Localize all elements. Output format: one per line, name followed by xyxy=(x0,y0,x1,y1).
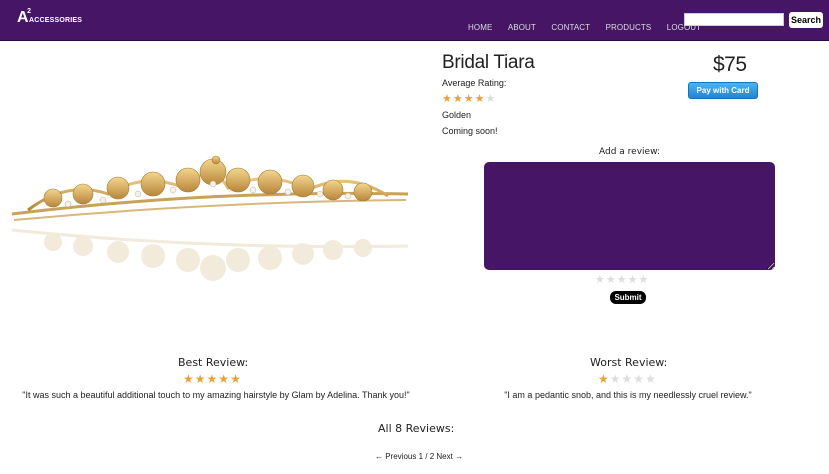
star-icon: ★ xyxy=(645,372,656,386)
brand-logo[interactable]: A2ACCESSORIES xyxy=(17,8,85,26)
top-navbar: A2ACCESSORIES HOME ABOUT CONTACT PRODUCT… xyxy=(0,0,829,41)
nav-links: HOME ABOUT CONTACT PRODUCTS LOGOUT xyxy=(468,17,712,35)
search-input[interactable] xyxy=(684,13,784,26)
star-icon: ★ xyxy=(485,93,496,105)
star-icon: ★ xyxy=(609,372,621,386)
star-icon[interactable]: ★ xyxy=(606,275,616,286)
star-icon: ★ xyxy=(183,372,194,386)
star-icon[interactable]: ★ xyxy=(628,275,638,286)
average-rating-label: Average Rating: xyxy=(442,78,507,88)
best-review-title: Best Review: xyxy=(178,356,249,369)
next-page-link[interactable]: Next → xyxy=(436,452,463,461)
worst-review-title: Worst Review: xyxy=(590,356,668,369)
logo-wordmark: ACCESSORIES xyxy=(28,17,83,24)
pay-with-card-button[interactable]: Pay with Card xyxy=(688,82,758,99)
page-indicator: 1 / 2 xyxy=(418,452,435,461)
product-price: $75 xyxy=(713,53,747,76)
worst-review-stars: ★ ★ ★ ★ ★ xyxy=(598,373,656,385)
logo-superscript: 2 xyxy=(27,8,31,15)
reviews-pagination: ← Previous 1 / 2 Next → xyxy=(375,452,463,461)
product-color: Golden xyxy=(442,110,472,120)
submit-review-button[interactable]: Submit xyxy=(610,291,646,304)
average-rating-stars: ★ ★ ★ ★ ★ xyxy=(442,94,495,105)
star-icon: ★ xyxy=(633,372,645,386)
review-textarea[interactable] xyxy=(484,162,775,270)
star-icon: ★ xyxy=(442,93,452,105)
star-icon: ★ xyxy=(218,372,230,386)
star-icon: ★ xyxy=(621,372,633,386)
all-reviews-title: All 8 Reviews: xyxy=(378,422,455,435)
star-icon[interactable]: ★ xyxy=(617,275,627,286)
star-icon[interactable]: ★ xyxy=(595,275,605,286)
nav-about[interactable]: ABOUT xyxy=(508,23,536,32)
tiara-product-image xyxy=(11,155,409,281)
nav-home[interactable]: HOME xyxy=(468,23,492,32)
star-icon: ★ xyxy=(230,372,241,386)
star-icon: ★ xyxy=(206,372,218,386)
product-status: Coming soon! xyxy=(442,126,498,136)
add-review-label: Add a review: xyxy=(599,147,660,157)
star-icon: ★ xyxy=(452,93,463,105)
product-title: Bridal Tiara xyxy=(442,52,535,73)
star-icon: ★ xyxy=(194,372,206,386)
review-rating-input[interactable]: ★ ★ ★ ★ ★ xyxy=(595,275,648,286)
best-review-text: "It was such a beautiful additional touc… xyxy=(22,390,410,400)
search-button[interactable]: Search xyxy=(789,12,823,28)
star-icon: ★ xyxy=(474,93,485,105)
tiara-reflection xyxy=(11,228,409,281)
tiara-shape xyxy=(11,155,409,221)
best-review-stars: ★ ★ ★ ★ ★ xyxy=(183,373,241,385)
worst-review-text: "I am a pedantic snob, and this is my ne… xyxy=(504,390,752,400)
previous-page-link[interactable]: ← Previous xyxy=(375,452,416,461)
star-icon[interactable]: ★ xyxy=(639,275,649,286)
star-icon: ★ xyxy=(463,93,474,105)
star-icon: ★ xyxy=(598,372,609,386)
nav-products[interactable]: PRODUCTS xyxy=(606,23,652,32)
nav-contact[interactable]: CONTACT xyxy=(551,23,590,32)
